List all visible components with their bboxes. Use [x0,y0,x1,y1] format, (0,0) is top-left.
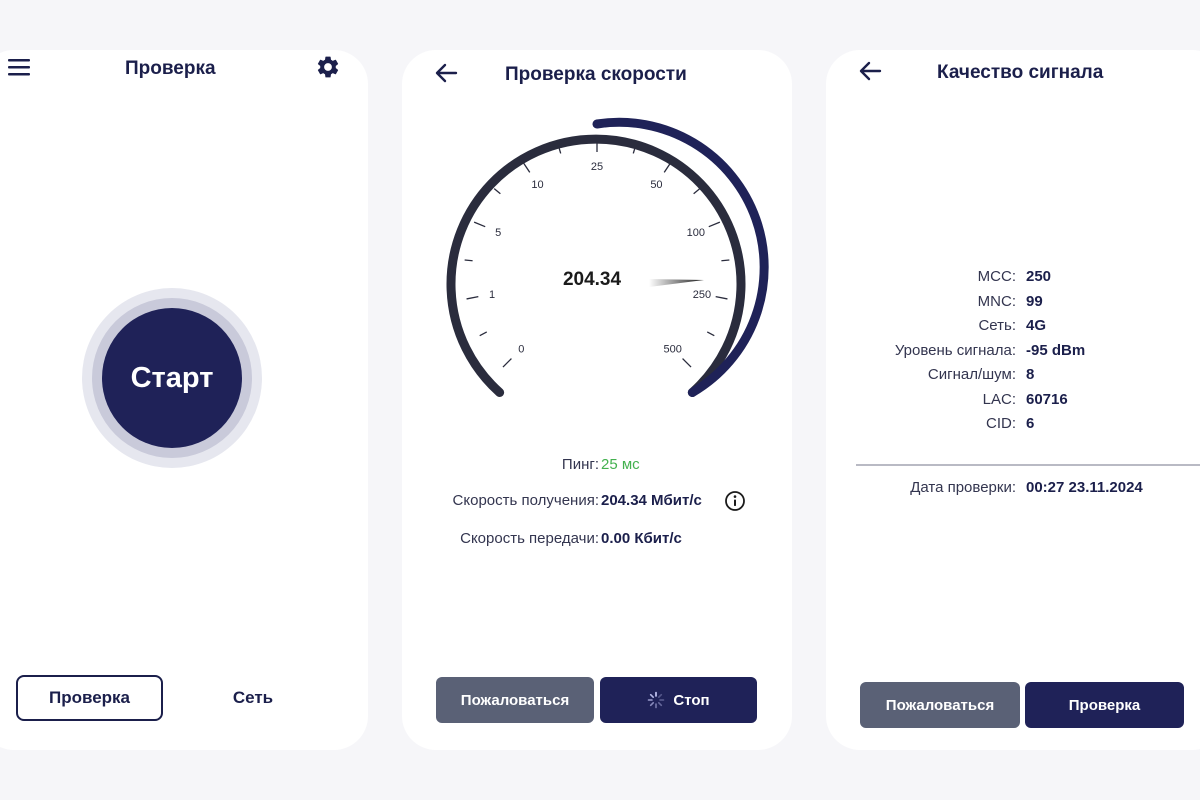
gauge-scale-label: 250 [693,289,711,301]
complain-button-label: Пожаловаться [460,691,570,709]
page-title: Качество сигнала [937,62,1104,83]
start-button[interactable]: Старт [102,308,242,448]
ping-label: Пинг: [561,456,599,473]
signal-row: Сигнал/шум: 8 [826,366,1200,386]
gauge-scale-label: 50 [650,179,662,191]
gauge-major-tick [466,295,479,300]
stop-button[interactable]: Стоп [600,677,757,723]
signal-row-value: 6 [1026,415,1035,432]
gauge-scale-label: 5 [495,227,501,239]
signal-row: Уровень сигнала: -95 dBm [826,342,1200,362]
check-date-value: 00:27 23.11.2024 [1026,479,1143,496]
gauge-scale-label: 100 [687,227,705,239]
signal-row: LAC: 60716 [826,391,1200,411]
speedometer-gauge: 0 1 5 10 25 50 100 250 500 204.34 [446,117,769,397]
upload-label: Скорость передачи: [460,530,599,547]
gauge-major-tick [682,358,692,368]
gauge-major-tick [715,295,728,300]
upload-value: 0.00 Кбит/с [601,530,682,547]
divider [856,464,1200,466]
gauge-major-tick [473,221,486,228]
download-label: Скорость получения: [452,492,599,509]
tab-network[interactable]: Сеть [198,675,308,721]
ping-value: 25 мс [601,456,640,473]
check-button[interactable]: Проверка [1025,682,1184,728]
signal-row-value: 250 [1026,268,1052,285]
gauge-minor-tick [464,259,473,262]
check-date-label: Дата проверки: [910,479,1016,496]
signal-row-label: CID: [986,415,1016,432]
check-button-label: Проверка [1068,696,1141,714]
gauge-major-tick [663,162,672,173]
gauge-value: 204.34 [563,269,622,290]
check-screen: Проверка Старт Проверка Сеть [0,50,368,750]
complain-button[interactable]: Пожаловаться [436,677,594,723]
signal-row-value: 4G [1026,317,1047,334]
signal-row-label: MCC: [977,268,1016,285]
gauge-scale-labels: 0 1 5 10 25 50 100 250 500 [489,161,711,356]
tab-check[interactable]: Проверка [16,675,163,721]
gauge-major-tick [522,162,531,173]
gauge-minor-tick [493,188,501,195]
gauge-minor-tick [721,259,730,262]
arrow-left-icon[interactable] [858,60,882,82]
spinner-icon [648,691,665,709]
gauge-track [446,134,746,397]
gauge-minor-tick [693,188,701,195]
gauge-scale-label: 1 [489,289,495,301]
signal-row: MNC: 99 [826,293,1200,313]
complain-button[interactable]: Пожаловаться [860,682,1020,728]
gauge-minor-tick [706,331,715,337]
gauge-needle [649,279,704,287]
signal-row: MCC: 250 [826,268,1200,288]
gauge-scale-label: 25 [591,161,603,173]
signal-row: Сеть: 4G [826,317,1200,337]
gauge-major-tick [708,221,721,228]
download-value: 204.34 Мбит/с [601,492,702,509]
speed-test-screen: Проверка скорости 0 1 5 10 25 50 100 250 500 204… [402,50,792,750]
signal-quality-screen: Качество сигнала MCC: 250 MNC: 99 Сеть: 4G Уро… [826,50,1200,750]
signal-row-label: Сигнал/шум: [927,366,1016,383]
signal-row-label: MNC: [977,292,1016,310]
menu-icon[interactable] [8,58,32,78]
gauge-scale-label: 0 [518,344,524,356]
signal-row-label: Сеть: [978,317,1016,334]
signal-row-value: 60716 [1026,390,1068,408]
complain-button-label: Пожаловаться [885,696,995,714]
gauge-scale-label: 500 [663,344,681,356]
signal-row-label: LAC: [982,390,1016,408]
gear-icon[interactable] [315,54,341,80]
signal-row-value: 8 [1026,366,1035,383]
page-title: Проверка [125,58,216,79]
info-icon[interactable] [724,490,746,512]
signal-row: CID: 6 [826,415,1200,435]
gauge-major-tick [502,358,512,368]
signal-row-value: -95 dBm [1026,341,1086,359]
gauge-scale-label: 10 [531,179,543,191]
signal-row-label: Уровень сигнала: [894,341,1016,359]
check-date-row: Дата проверки: 00:27 23.11.2024 [826,479,1200,499]
signal-row-value: 99 [1026,292,1043,310]
stop-button-label: Стоп [673,691,710,709]
gauge-minor-tick [479,331,488,337]
